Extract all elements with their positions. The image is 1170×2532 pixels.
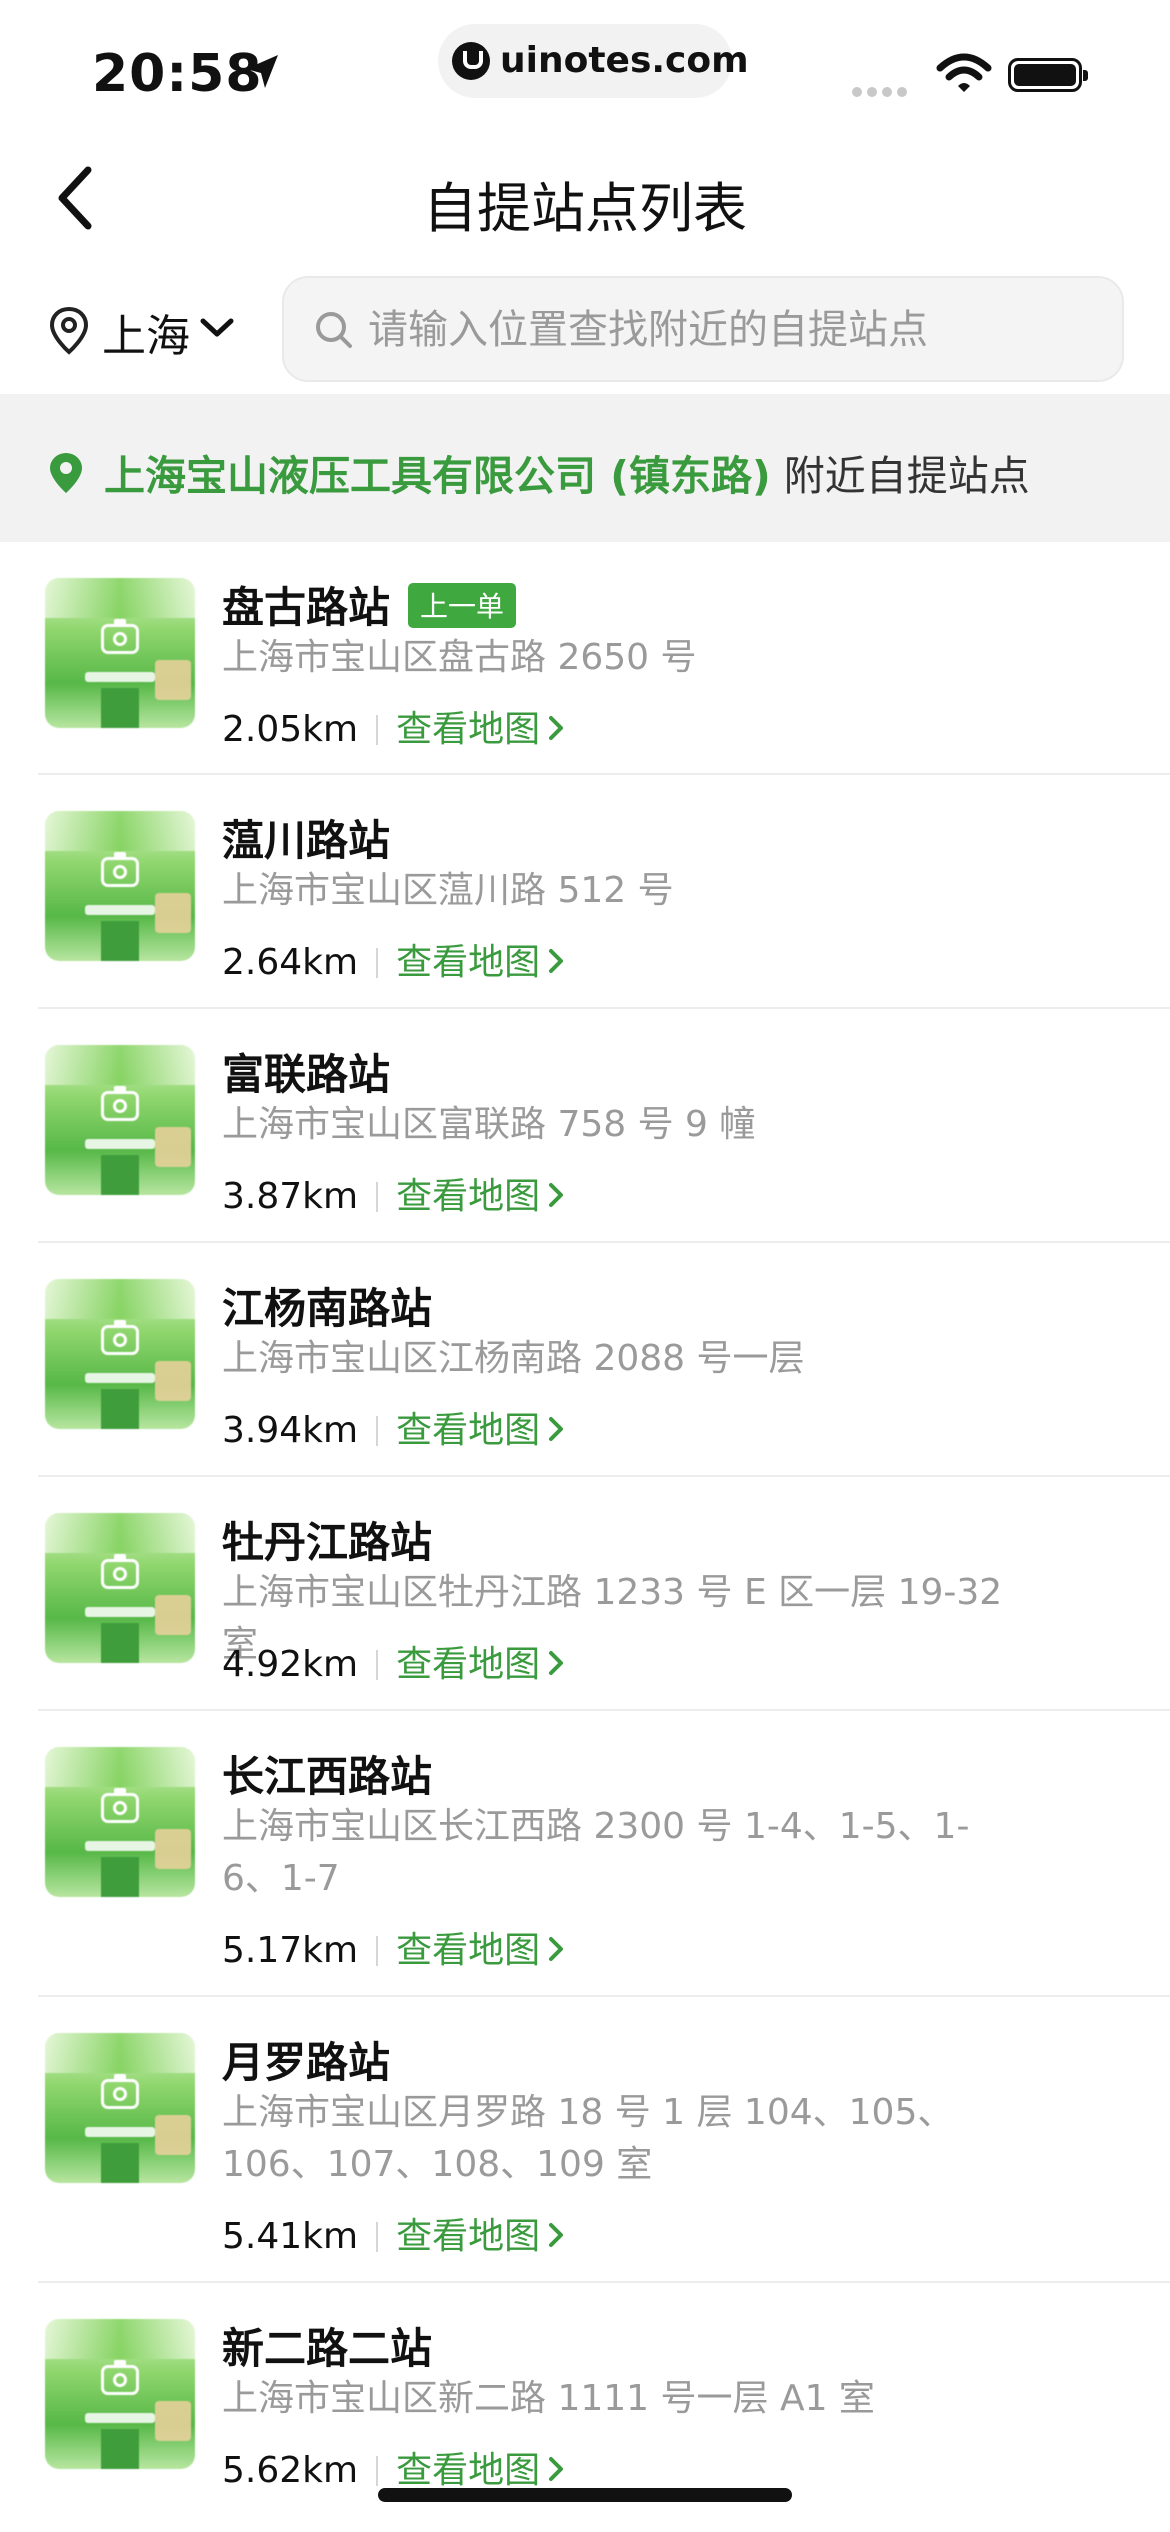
view-map-link[interactable]: 查看地图 xyxy=(396,942,540,983)
chevron-right-icon[interactable] xyxy=(548,1182,564,1208)
view-map-link[interactable]: 查看地图 xyxy=(396,2216,540,2257)
wifi-icon xyxy=(936,53,992,92)
banner-location: 上海宝山液压工具有限公司 (镇东路) xyxy=(104,452,771,500)
station-photo xyxy=(45,811,195,961)
search-box[interactable] xyxy=(282,276,1124,382)
chevron-right-icon[interactable] xyxy=(548,2456,564,2482)
chevron-right-icon[interactable] xyxy=(548,1650,564,1676)
station-item[interactable]: 牡丹江路站 上海市宝山区牡丹江路 1233 号 E 区一层 19-32 室 4.… xyxy=(0,1477,1170,1711)
camera-icon xyxy=(101,1788,139,1823)
view-map-link[interactable]: 查看地图 xyxy=(396,2450,540,2491)
station-distance: 5.62km xyxy=(222,2450,359,2491)
url-pill[interactable]: uinotes.com xyxy=(438,24,749,98)
camera-icon xyxy=(101,619,139,654)
station-name: 盘古路站 xyxy=(222,583,391,632)
divider xyxy=(376,1416,379,1446)
nav-bar: 自提站点列表 xyxy=(0,140,1170,260)
location-pin-icon xyxy=(50,453,82,493)
camera-icon xyxy=(101,1554,139,1589)
station-photo xyxy=(45,2319,195,2469)
station-distance: 4.92km xyxy=(222,1644,359,1685)
station-address: 上海市宝山区江杨南路 2088 号一层 xyxy=(222,1338,805,1379)
last-order-badge: 上一单 xyxy=(408,583,517,628)
station-name: 牡丹江路站 xyxy=(222,1518,433,1567)
station-name: 新二路二站 xyxy=(222,2324,433,2373)
status-time: 20:58 xyxy=(92,44,263,104)
location-pin-icon[interactable] xyxy=(48,306,90,356)
battery-icon xyxy=(1008,58,1088,92)
camera-icon xyxy=(101,1320,139,1355)
divider xyxy=(376,715,379,745)
station-name: 江杨南路站 xyxy=(222,1284,433,1333)
station-photo xyxy=(45,578,195,728)
search-input[interactable] xyxy=(366,296,1110,364)
view-map-link[interactable]: 查看地图 xyxy=(396,1930,540,1971)
station-photo xyxy=(45,1045,195,1195)
station-distance: 5.17km xyxy=(222,1930,359,1971)
location-arrow-icon xyxy=(246,55,278,88)
station-list: 盘古路站 上一单 上海市宝山区盘古路 2650 号 2.05km 查看地图 蕰川路站… xyxy=(0,542,1170,2517)
divider xyxy=(376,2456,379,2486)
station-address: 上海市宝山区富联路 758 号 9 幢 xyxy=(222,1104,756,1145)
chevron-right-icon[interactable] xyxy=(548,715,564,741)
station-address: 上海市宝山区长江西路 2300 号 1-4、1-5、1-6、1-7 xyxy=(222,1806,970,1899)
page-title: 自提站点列表 xyxy=(423,177,747,240)
station-address: 上海市宝山区新二路 1111 号一层 A1 室 xyxy=(222,2378,875,2419)
divider xyxy=(376,1936,379,1966)
station-address: 上海市宝山区蕰川路 512 号 xyxy=(222,870,674,911)
cellular-signal-icon xyxy=(852,82,912,101)
station-photo xyxy=(45,1747,195,1897)
url-text: uinotes.com xyxy=(500,40,749,81)
chevron-right-icon[interactable] xyxy=(548,1936,564,1962)
station-distance: 3.94km xyxy=(222,1410,359,1451)
chevron-down-icon[interactable] xyxy=(198,316,236,340)
station-photo xyxy=(45,2033,195,2183)
station-name: 月罗路站 xyxy=(222,2038,391,2087)
divider xyxy=(376,1182,379,1212)
chevron-right-icon[interactable] xyxy=(548,2222,564,2248)
station-distance: 2.05km xyxy=(222,709,359,750)
view-map-link[interactable]: 查看地图 xyxy=(396,1644,540,1685)
station-item[interactable]: 富联路站 上海市宝山区富联路 758 号 9 幢 3.87km 查看地图 xyxy=(0,1009,1170,1243)
location-banner: 上海宝山液压工具有限公司 (镇东路) 附近自提站点 xyxy=(0,394,1170,542)
divider xyxy=(376,2222,379,2252)
camera-icon xyxy=(101,852,139,887)
divider xyxy=(376,1650,379,1680)
station-item[interactable]: 新二路二站 上海市宝山区新二路 1111 号一层 A1 室 5.62km 查看地图 xyxy=(0,2283,1170,2517)
station-photo xyxy=(45,1513,195,1663)
site-logo-icon xyxy=(452,42,490,80)
station-distance: 2.64km xyxy=(222,942,359,983)
station-distance: 5.41km xyxy=(222,2216,359,2257)
divider xyxy=(376,948,379,978)
status-bar: 20:58 uinotes.com xyxy=(0,0,1170,140)
chevron-right-icon[interactable] xyxy=(548,1416,564,1442)
search-icon xyxy=(316,312,352,348)
banner-text: 上海宝山液压工具有限公司 (镇东路) 附近自提站点 xyxy=(104,442,1030,502)
banner-suffix: 附近自提站点 xyxy=(770,452,1030,500)
view-map-link[interactable]: 查看地图 xyxy=(396,1410,540,1451)
station-name: 富联路站 xyxy=(222,1050,391,1099)
station-distance: 3.87km xyxy=(222,1176,359,1217)
view-map-link[interactable]: 查看地图 xyxy=(396,1176,540,1217)
station-photo xyxy=(45,1279,195,1429)
station-item[interactable]: 月罗路站 上海市宝山区月罗路 18 号 1 层 104、105、106、107、… xyxy=(0,1997,1170,2283)
search-row: 上海 xyxy=(0,276,1170,384)
camera-icon xyxy=(101,2360,139,2395)
station-name: 长江西路站 xyxy=(222,1752,433,1801)
station-address: 上海市宝山区月罗路 18 号 1 层 104、105、106、107、108、1… xyxy=(222,2092,954,2185)
station-item[interactable]: 盘古路站 上一单 上海市宝山区盘古路 2650 号 2.05km 查看地图 xyxy=(0,542,1170,775)
station-item[interactable]: 蕰川路站 上海市宝山区蕰川路 512 号 2.64km 查看地图 xyxy=(0,775,1170,1009)
chevron-right-icon[interactable] xyxy=(548,948,564,974)
station-item[interactable]: 长江西路站 上海市宝山区长江西路 2300 号 1-4、1-5、1-6、1-7 … xyxy=(0,1711,1170,1997)
station-item[interactable]: 江杨南路站 上海市宝山区江杨南路 2088 号一层 3.94km 查看地图 xyxy=(0,1243,1170,1477)
city-selector[interactable]: 上海 xyxy=(102,300,190,364)
station-name: 蕰川路站 xyxy=(222,816,391,865)
view-map-link[interactable]: 查看地图 xyxy=(396,709,540,750)
station-address: 上海市宝山区盘古路 2650 号 xyxy=(222,637,697,678)
camera-icon xyxy=(101,2074,139,2109)
camera-icon xyxy=(101,1086,139,1121)
home-indicator[interactable] xyxy=(378,2488,792,2502)
